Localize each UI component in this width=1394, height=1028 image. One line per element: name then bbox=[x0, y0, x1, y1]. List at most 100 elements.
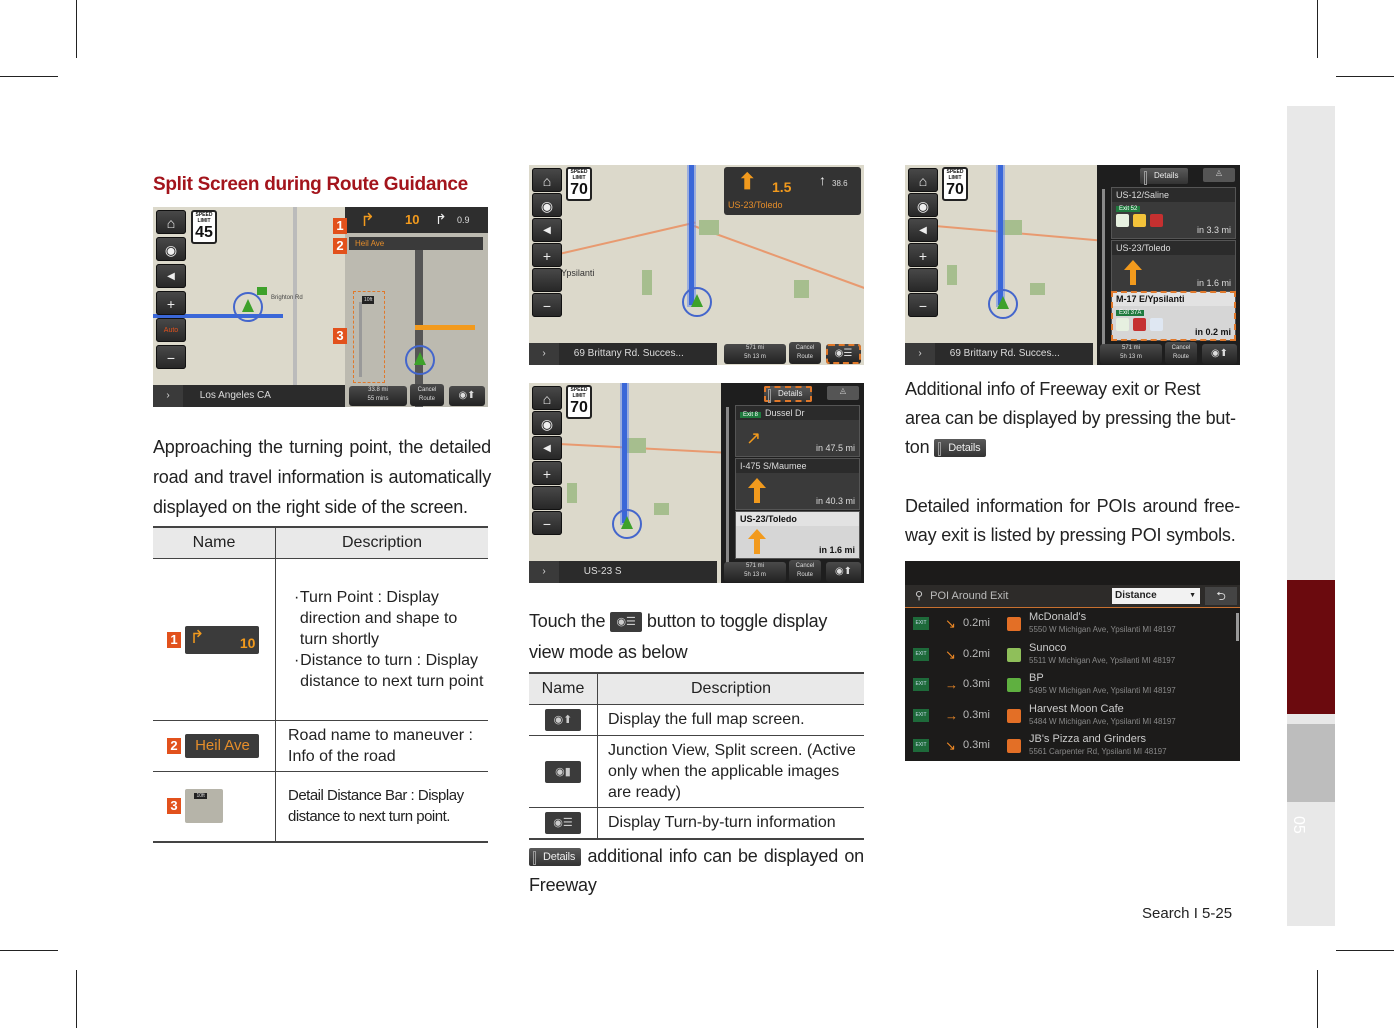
poi-list-item[interactable]: EXIT ↘ 0.2mi Sunoco 5511 W Michigan Ave, Yps… bbox=[905, 640, 1240, 671]
turn-item[interactable]: US-12/Saline Exit 52 in 3.3 mi bbox=[1111, 187, 1236, 239]
nav-screen-full-map: Ypsilanti ⌂ ◉ ◀ + − SPEED LIMIT 70 ⬆ 1.5… bbox=[529, 165, 864, 365]
turn-arrow-icon: ↱ bbox=[360, 210, 376, 230]
scroll-top-button[interactable]: ◬ bbox=[1203, 168, 1235, 182]
mute-button[interactable]: ◀ bbox=[156, 264, 186, 288]
zoom-in-button[interactable]: + bbox=[908, 243, 938, 267]
car-position-icon bbox=[233, 292, 263, 322]
poi-address: 5561 Carpenter Rd, Ypsilanti MI 48197 bbox=[1029, 747, 1167, 756]
chapter-tab[interactable]: 05 bbox=[1287, 724, 1335, 834]
mute-button[interactable]: ◀ bbox=[532, 436, 562, 460]
auto-zoom-button[interactable] bbox=[532, 268, 562, 292]
direction-arrow-icon: → bbox=[945, 707, 958, 723]
zoom-in-button[interactable]: + bbox=[156, 291, 186, 315]
poi-bp-icon[interactable] bbox=[1116, 214, 1129, 227]
auto-zoom-button[interactable] bbox=[908, 268, 938, 292]
poi-food-icon[interactable] bbox=[1133, 318, 1146, 331]
split-screen-icon: ◉▮ bbox=[545, 760, 581, 783]
turn-by-turn-icon: ◉☰ bbox=[545, 811, 581, 834]
poi-brand-icon bbox=[1007, 708, 1021, 723]
cancel-route-button[interactable]: Cancel Route bbox=[789, 560, 821, 582]
poi-list-item[interactable]: EXIT → 0.3mi BP 5495 W Michigan Ave, Ypsilan… bbox=[905, 670, 1240, 701]
turn-item[interactable]: Exit 8 Dussel Dr ↗ in 47.5 mi bbox=[735, 405, 860, 457]
exit-icon: EXIT bbox=[913, 739, 929, 752]
home-button[interactable]: ⌂ bbox=[156, 210, 186, 234]
details-button[interactable]: Details bbox=[764, 386, 813, 403]
progress-track bbox=[726, 407, 729, 577]
home-button[interactable]: ⌂ bbox=[532, 168, 562, 192]
nav-screen-details: ⌂ ◉ ◀ + − SPEED LIMIT 70 Details ◬ US-12… bbox=[905, 165, 1240, 365]
details-button[interactable]: Details bbox=[1140, 168, 1189, 185]
crop-mark bbox=[1317, 0, 1318, 58]
compass-button[interactable]: ◉ bbox=[532, 411, 562, 435]
progress-track bbox=[1102, 189, 1105, 359]
poi-bp-icon[interactable] bbox=[1116, 318, 1129, 331]
view-mode-button[interactable]: ◉⬆ bbox=[449, 386, 485, 406]
next-turn-distance: 0.9 bbox=[457, 215, 470, 225]
poi-list-item[interactable]: EXIT ↘ 0.3mi JB's Pizza and Grinders 5561 Ca… bbox=[905, 731, 1240, 761]
direction-arrow-icon: ↘ bbox=[945, 646, 956, 662]
scroll-top-button[interactable]: ◬ bbox=[827, 386, 859, 400]
poi-food-icon[interactable] bbox=[1133, 214, 1146, 227]
poi-distance: 0.2mi bbox=[963, 617, 990, 629]
auto-zoom-button[interactable] bbox=[532, 486, 562, 510]
poi-name: Harvest Moon Cafe bbox=[1029, 702, 1124, 715]
road-name-icon: Heil Ave bbox=[185, 734, 260, 758]
zoom-in-button[interactable]: + bbox=[532, 461, 562, 485]
view-mode-table: Name Description ◉⬆ Display the full map s… bbox=[529, 672, 864, 840]
turn-by-turn-toggle-icon: ◉☰ bbox=[610, 612, 643, 633]
turn-list-panel: Details ◬ Exit 8 Dussel Dr ↗ in 47.5 mi I… bbox=[721, 383, 864, 583]
poi-header: ⚲ POI Around Exit Distance ▼ ⮌ bbox=[905, 585, 1240, 608]
crop-mark bbox=[0, 950, 58, 951]
back-button[interactable]: ⮌ bbox=[1205, 587, 1237, 605]
crop-mark bbox=[76, 970, 77, 1028]
home-button[interactable]: ⌂ bbox=[908, 168, 938, 192]
view-mode-button[interactable]: ◉⬆ bbox=[826, 562, 861, 582]
home-button[interactable]: ⌂ bbox=[532, 386, 562, 410]
next-turn-distance: 38.6 bbox=[832, 179, 848, 188]
view-mode-button[interactable]: ◉☰ bbox=[826, 344, 861, 364]
mute-button[interactable]: ◀ bbox=[532, 218, 562, 242]
turn-item[interactable]: I-475 S/Maumee in 40.3 mi bbox=[735, 458, 860, 510]
cancel-route-button[interactable]: Cancel Route bbox=[1165, 342, 1197, 364]
car-position-icon bbox=[405, 345, 435, 375]
road-name: Heil Ave bbox=[349, 237, 483, 250]
poi-distance: 0.3mi bbox=[963, 708, 990, 721]
compass-button[interactable]: ◉ bbox=[532, 193, 562, 217]
zoom-out-button[interactable]: − bbox=[532, 511, 562, 535]
chapter-number: 05 bbox=[1290, 816, 1307, 834]
turn-arrow-icon: ↗ bbox=[746, 428, 762, 448]
zoom-out-button[interactable]: − bbox=[908, 293, 938, 317]
compass-button[interactable]: ◉ bbox=[156, 237, 186, 261]
turn-distance: 1.5 bbox=[772, 179, 792, 195]
road-name: US-23/Toledo bbox=[728, 200, 783, 210]
details-button-icon: Details bbox=[529, 848, 582, 867]
poi-list-item[interactable]: EXIT → 0.3mi Harvest Moon Cafe 5484 W Michig… bbox=[905, 701, 1240, 732]
turn-item-current[interactable]: US-23/Toledo in 1.6 mi bbox=[735, 511, 860, 559]
cancel-route-button[interactable]: Cancel Route bbox=[410, 384, 444, 406]
speed-limit-sign: SPEED LIMIT 70 bbox=[566, 167, 592, 201]
poi-distance: 0.2mi bbox=[963, 647, 990, 660]
junction-view: 10 ↱ ↱ 0.9 Heil Ave 10ft bbox=[345, 207, 488, 407]
menu-expand-button[interactable]: › bbox=[153, 385, 183, 407]
poi-restaurant-icon[interactable] bbox=[1150, 214, 1163, 227]
menu-expand-button[interactable]: › bbox=[529, 343, 559, 365]
mute-button[interactable]: ◀ bbox=[908, 218, 938, 242]
poi-address: 5511 W Michigan Ave, Ypsilanti MI 48197 bbox=[1029, 655, 1176, 665]
zoom-out-button[interactable]: − bbox=[156, 345, 186, 369]
compass-button[interactable]: ◉ bbox=[908, 193, 938, 217]
turn-item[interactable]: US-23/Toledo in 1.6 mi bbox=[1111, 240, 1236, 292]
auto-zoom-button[interactable]: Auto bbox=[156, 318, 186, 342]
turn-item-current[interactable]: M-17 E/Ypsilanti Exit 37A in 0.2 mi bbox=[1111, 291, 1236, 341]
speed-limit-sign: SPEED LIMIT 45 bbox=[191, 210, 217, 244]
zoom-out-button[interactable]: − bbox=[532, 293, 562, 317]
car-position-icon bbox=[988, 289, 1018, 319]
poi-lodging-icon[interactable] bbox=[1150, 318, 1163, 331]
sort-dropdown[interactable]: Distance ▼ bbox=[1112, 588, 1200, 604]
turn-arrow-icon bbox=[1124, 260, 1142, 285]
menu-expand-button[interactable]: › bbox=[905, 343, 935, 365]
cancel-route-button[interactable]: Cancel Route bbox=[789, 342, 821, 364]
view-mode-button[interactable]: ◉⬆ bbox=[1202, 344, 1237, 364]
zoom-in-button[interactable]: + bbox=[532, 243, 562, 267]
poi-list-item[interactable]: EXIT ↘ 0.2mi McDonald's 5550 W Michigan Ave,… bbox=[905, 609, 1240, 640]
menu-expand-button[interactable]: › bbox=[529, 561, 559, 583]
